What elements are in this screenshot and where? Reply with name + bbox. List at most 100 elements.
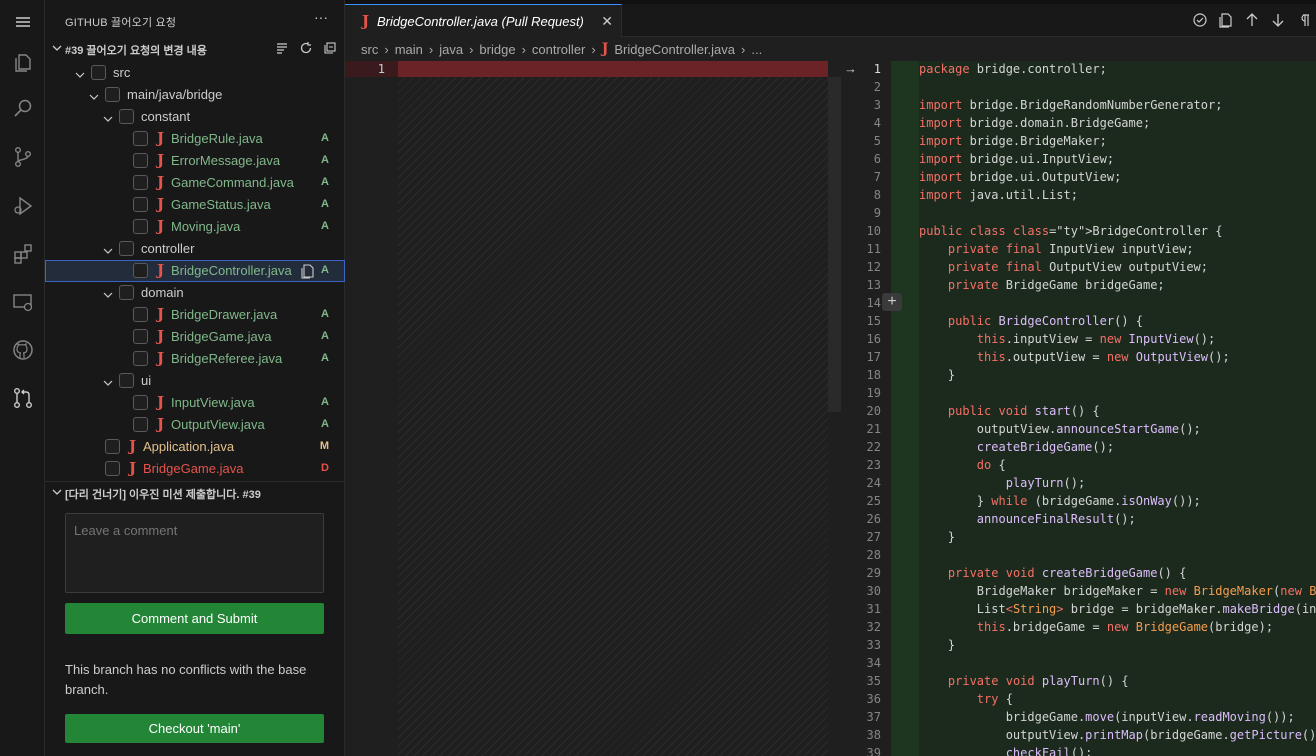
tree-file[interactable]: J OutputView.java A [45, 414, 345, 436]
scrollbar[interactable] [828, 77, 841, 412]
code-line[interactable]: 39 checkFail(); [841, 744, 1316, 756]
code-line[interactable]: 6 import bridge.ui.InputView; [841, 150, 1316, 168]
viewed-checkbox[interactable] [133, 175, 148, 190]
code-line[interactable]: 12 private final OutputView outputView; [841, 258, 1316, 276]
viewed-checkbox[interactable] [119, 241, 134, 256]
code-line[interactable]: 29 private void createBridgeGame() { [841, 564, 1316, 582]
run-debug-icon[interactable] [0, 186, 45, 226]
tree-file[interactable]: J InputView.java A [45, 392, 345, 414]
viewed-checkbox[interactable] [91, 65, 106, 80]
code-line[interactable]: 32 this.bridgeGame = new BridgeGame(brid… [841, 618, 1316, 636]
code-line[interactable]: 24 playTurn(); [841, 474, 1316, 492]
code-line[interactable]: 2 [841, 78, 1316, 96]
tree-file[interactable]: J BridgeRule.java A [45, 128, 345, 150]
breadcrumb-bridge[interactable]: bridge [479, 42, 515, 57]
chevron-down-icon[interactable] [89, 90, 99, 100]
viewed-checkbox[interactable] [133, 197, 148, 212]
chevron-down-icon[interactable] [103, 244, 113, 254]
tree-folder[interactable]: main/java/bridge [45, 84, 345, 106]
tree-file[interactable]: J BridgeGame.java A [45, 326, 345, 348]
code-line[interactable]: 20 public void start() { [841, 402, 1316, 420]
pull-requests-icon[interactable] [0, 378, 45, 418]
code-line[interactable]: 10 public class class="ty">BridgeControll… [841, 222, 1316, 240]
tree-file[interactable]: J BridgeController.java A [45, 260, 345, 282]
viewed-checkbox[interactable] [133, 263, 148, 278]
more-actions-icon[interactable]: ··· [314, 9, 328, 25]
viewed-checkbox[interactable] [133, 329, 148, 344]
viewed-checkbox[interactable] [133, 153, 148, 168]
tree-folder[interactable]: controller [45, 238, 345, 260]
explorer-icon[interactable] [0, 42, 45, 82]
viewed-checkbox[interactable] [119, 109, 134, 124]
viewed-checkbox[interactable] [105, 439, 120, 454]
open-file-icon[interactable] [299, 263, 315, 279]
tree-folder[interactable]: constant [45, 106, 345, 128]
code-line[interactable]: 17 this.outputView = new OutputView(); [841, 348, 1316, 366]
viewed-checkbox[interactable] [133, 351, 148, 366]
tree-folder[interactable]: ui [45, 370, 345, 392]
pr-section-header[interactable]: [다리 건너기] 이우진 미션 제출합니다. #39 [45, 482, 345, 504]
tree-file[interactable]: J BridgeGame.java D [45, 458, 345, 480]
viewed-checkbox[interactable] [119, 285, 134, 300]
code-line[interactable]: 22 createBridgeGame(); [841, 438, 1316, 456]
code-line[interactable]: 33 } [841, 636, 1316, 654]
code-line[interactable]: 27 } [841, 528, 1316, 546]
source-control-icon[interactable] [0, 137, 45, 177]
tree-file[interactable]: J GameStatus.java A [45, 194, 345, 216]
code-line[interactable]: 5 import bridge.BridgeMaker; [841, 132, 1316, 150]
code-line[interactable]: 18 } [841, 366, 1316, 384]
chevron-down-icon[interactable] [103, 112, 113, 122]
previous-change-icon[interactable] [1244, 12, 1260, 28]
code-line[interactable]: 15 public BridgeController() { [841, 312, 1316, 330]
tree-file[interactable]: J GameCommand.java A [45, 172, 345, 194]
code-line[interactable]: 4 import bridge.domain.BridgeGame; [841, 114, 1316, 132]
code-line[interactable]: 38 outputView.printMap(bridgeGame.getPic… [841, 726, 1316, 744]
github-icon[interactable] [0, 330, 45, 370]
code-line[interactable]: 9 [841, 204, 1316, 222]
code-line[interactable]: 31 List<String> bridge = bridgeMaker.mak… [841, 600, 1316, 618]
tree-file[interactable]: J Moving.java A [45, 216, 345, 238]
code-line[interactable]: 11 private final InputView inputView; [841, 240, 1316, 258]
comment-input[interactable] [65, 513, 324, 593]
check-icon[interactable] [1192, 12, 1208, 28]
code-line[interactable]: 19 [841, 384, 1316, 402]
tree-file[interactable]: J BridgeReferee.java A [45, 348, 345, 370]
code-line[interactable]: 37 bridgeGame.move(inputView.readMoving(… [841, 708, 1316, 726]
code-line[interactable]: 30 BridgeMaker bridgeMaker = new BridgeM… [841, 582, 1316, 600]
menu-icon[interactable] [0, 2, 45, 42]
breadcrumb-symbols[interactable]: ... [751, 42, 762, 57]
viewed-checkbox[interactable] [105, 461, 120, 476]
tree-folder[interactable]: domain [45, 282, 345, 304]
diff-modified-pane[interactable]: → 1 package bridge.controller; 2 3 import br… [841, 61, 1316, 756]
code-line[interactable]: 23 do { [841, 456, 1316, 474]
code-line[interactable]: 13 private BridgeGame bridgeGame; [841, 276, 1316, 294]
viewed-checkbox[interactable] [133, 131, 148, 146]
viewed-checkbox[interactable] [119, 373, 134, 388]
code-line[interactable]: 21 outputView.announceStartGame(); [841, 420, 1316, 438]
search-icon[interactable] [0, 88, 45, 128]
chevron-down-icon[interactable] [103, 376, 113, 386]
chevron-down-icon[interactable] [103, 288, 113, 298]
code-line[interactable]: 1 package bridge.controller; [841, 61, 1316, 78]
code-line[interactable]: 26 announceFinalResult(); [841, 510, 1316, 528]
code-line[interactable]: 3 import bridge.BridgeRandomNumberGenerat… [841, 96, 1316, 114]
refresh-icon[interactable] [299, 41, 313, 55]
tree-file[interactable]: J BridgeDrawer.java A [45, 304, 345, 326]
diff-original-pane[interactable]: 1 [345, 61, 841, 756]
code-line[interactable]: 7 import bridge.ui.OutputView; [841, 168, 1316, 186]
code-line[interactable]: 35 private void playTurn() { [841, 672, 1316, 690]
breadcrumb-main[interactable]: main [395, 42, 423, 57]
viewed-checkbox[interactable] [133, 307, 148, 322]
breadcrumb-java[interactable]: java [439, 42, 463, 57]
view-as-list-icon[interactable] [275, 41, 289, 55]
tree-folder[interactable]: src [45, 62, 345, 84]
viewed-checkbox[interactable] [133, 395, 148, 410]
breadcrumb-file[interactable]: BridgeController.java [614, 42, 735, 57]
code-line[interactable]: 14 [841, 294, 1316, 312]
next-change-icon[interactable] [1270, 12, 1286, 28]
code-line[interactable]: 28 [841, 546, 1316, 564]
open-file-icon[interactable] [1218, 12, 1234, 28]
comment-and-submit-button[interactable]: Comment and Submit [65, 603, 324, 634]
code-line[interactable]: 36 try { [841, 690, 1316, 708]
close-icon[interactable]: ✕ [601, 13, 613, 30]
